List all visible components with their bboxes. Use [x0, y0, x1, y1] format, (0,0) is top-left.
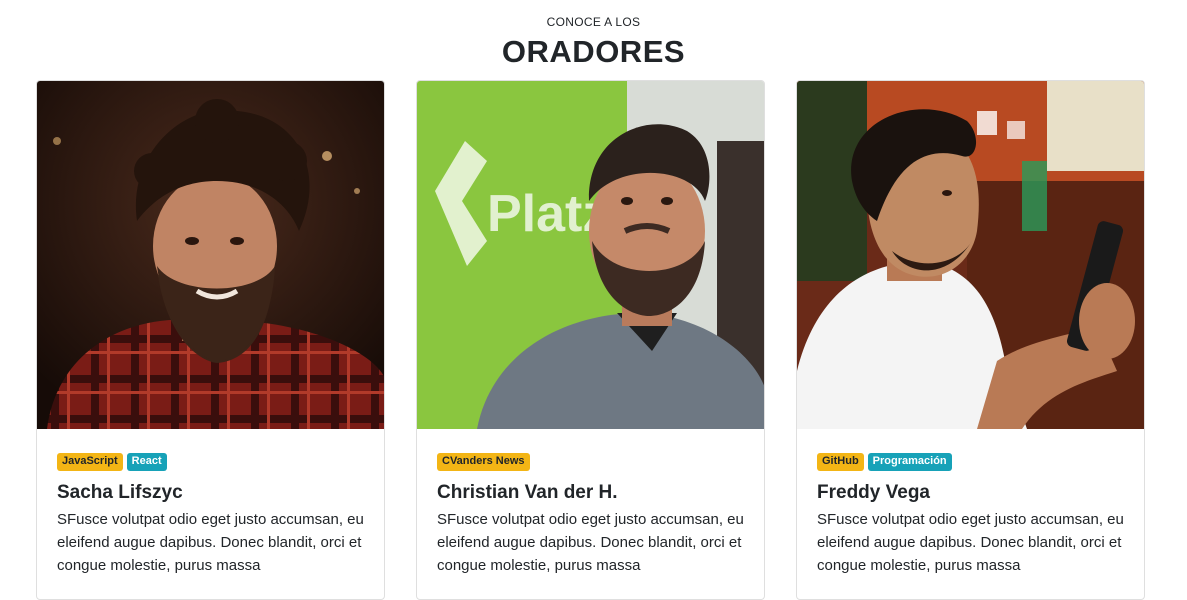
tag-badge: CVanders News: [437, 453, 530, 471]
speaker-name: Sacha Lifszyc: [57, 482, 183, 503]
tag-badge: GitHub: [817, 453, 864, 471]
speaker-description: SFusce volutpat odio eget justo accumsan…: [437, 511, 744, 574]
speaker-description: SFusce volutpat odio eget justo accumsan…: [57, 511, 364, 574]
speaker-photo: Platzi: [417, 81, 764, 429]
speaker-tags: JavaScript React: [57, 453, 364, 471]
tag-badge: JavaScript: [57, 453, 123, 471]
speaker-photo: [797, 81, 1144, 429]
section-kicker: CONOCE A LOS: [546, 15, 641, 29]
speaker-name: Freddy Vega: [817, 482, 930, 503]
speaker-description: SFusce volutpat odio eget justo accumsan…: [817, 511, 1124, 574]
speaker-name: Christian Van der H.: [437, 482, 618, 503]
speaker-card: GitHub Programación Freddy Vega SFusce v…: [796, 80, 1145, 600]
speaker-tags: GitHub Programación: [817, 453, 1124, 471]
speaker-card: Platzi CVanders News Christian Van der H…: [416, 80, 765, 600]
section-title: ORADORES: [501, 34, 686, 69]
tag-badge: Programación: [867, 453, 952, 471]
speaker-card: JavaScript React Sacha Lifszyc SFusce vo…: [36, 80, 385, 600]
tag-badge: React: [126, 453, 167, 471]
speaker-photo: [37, 81, 384, 429]
speaker-tags: CVanders News: [437, 453, 744, 471]
